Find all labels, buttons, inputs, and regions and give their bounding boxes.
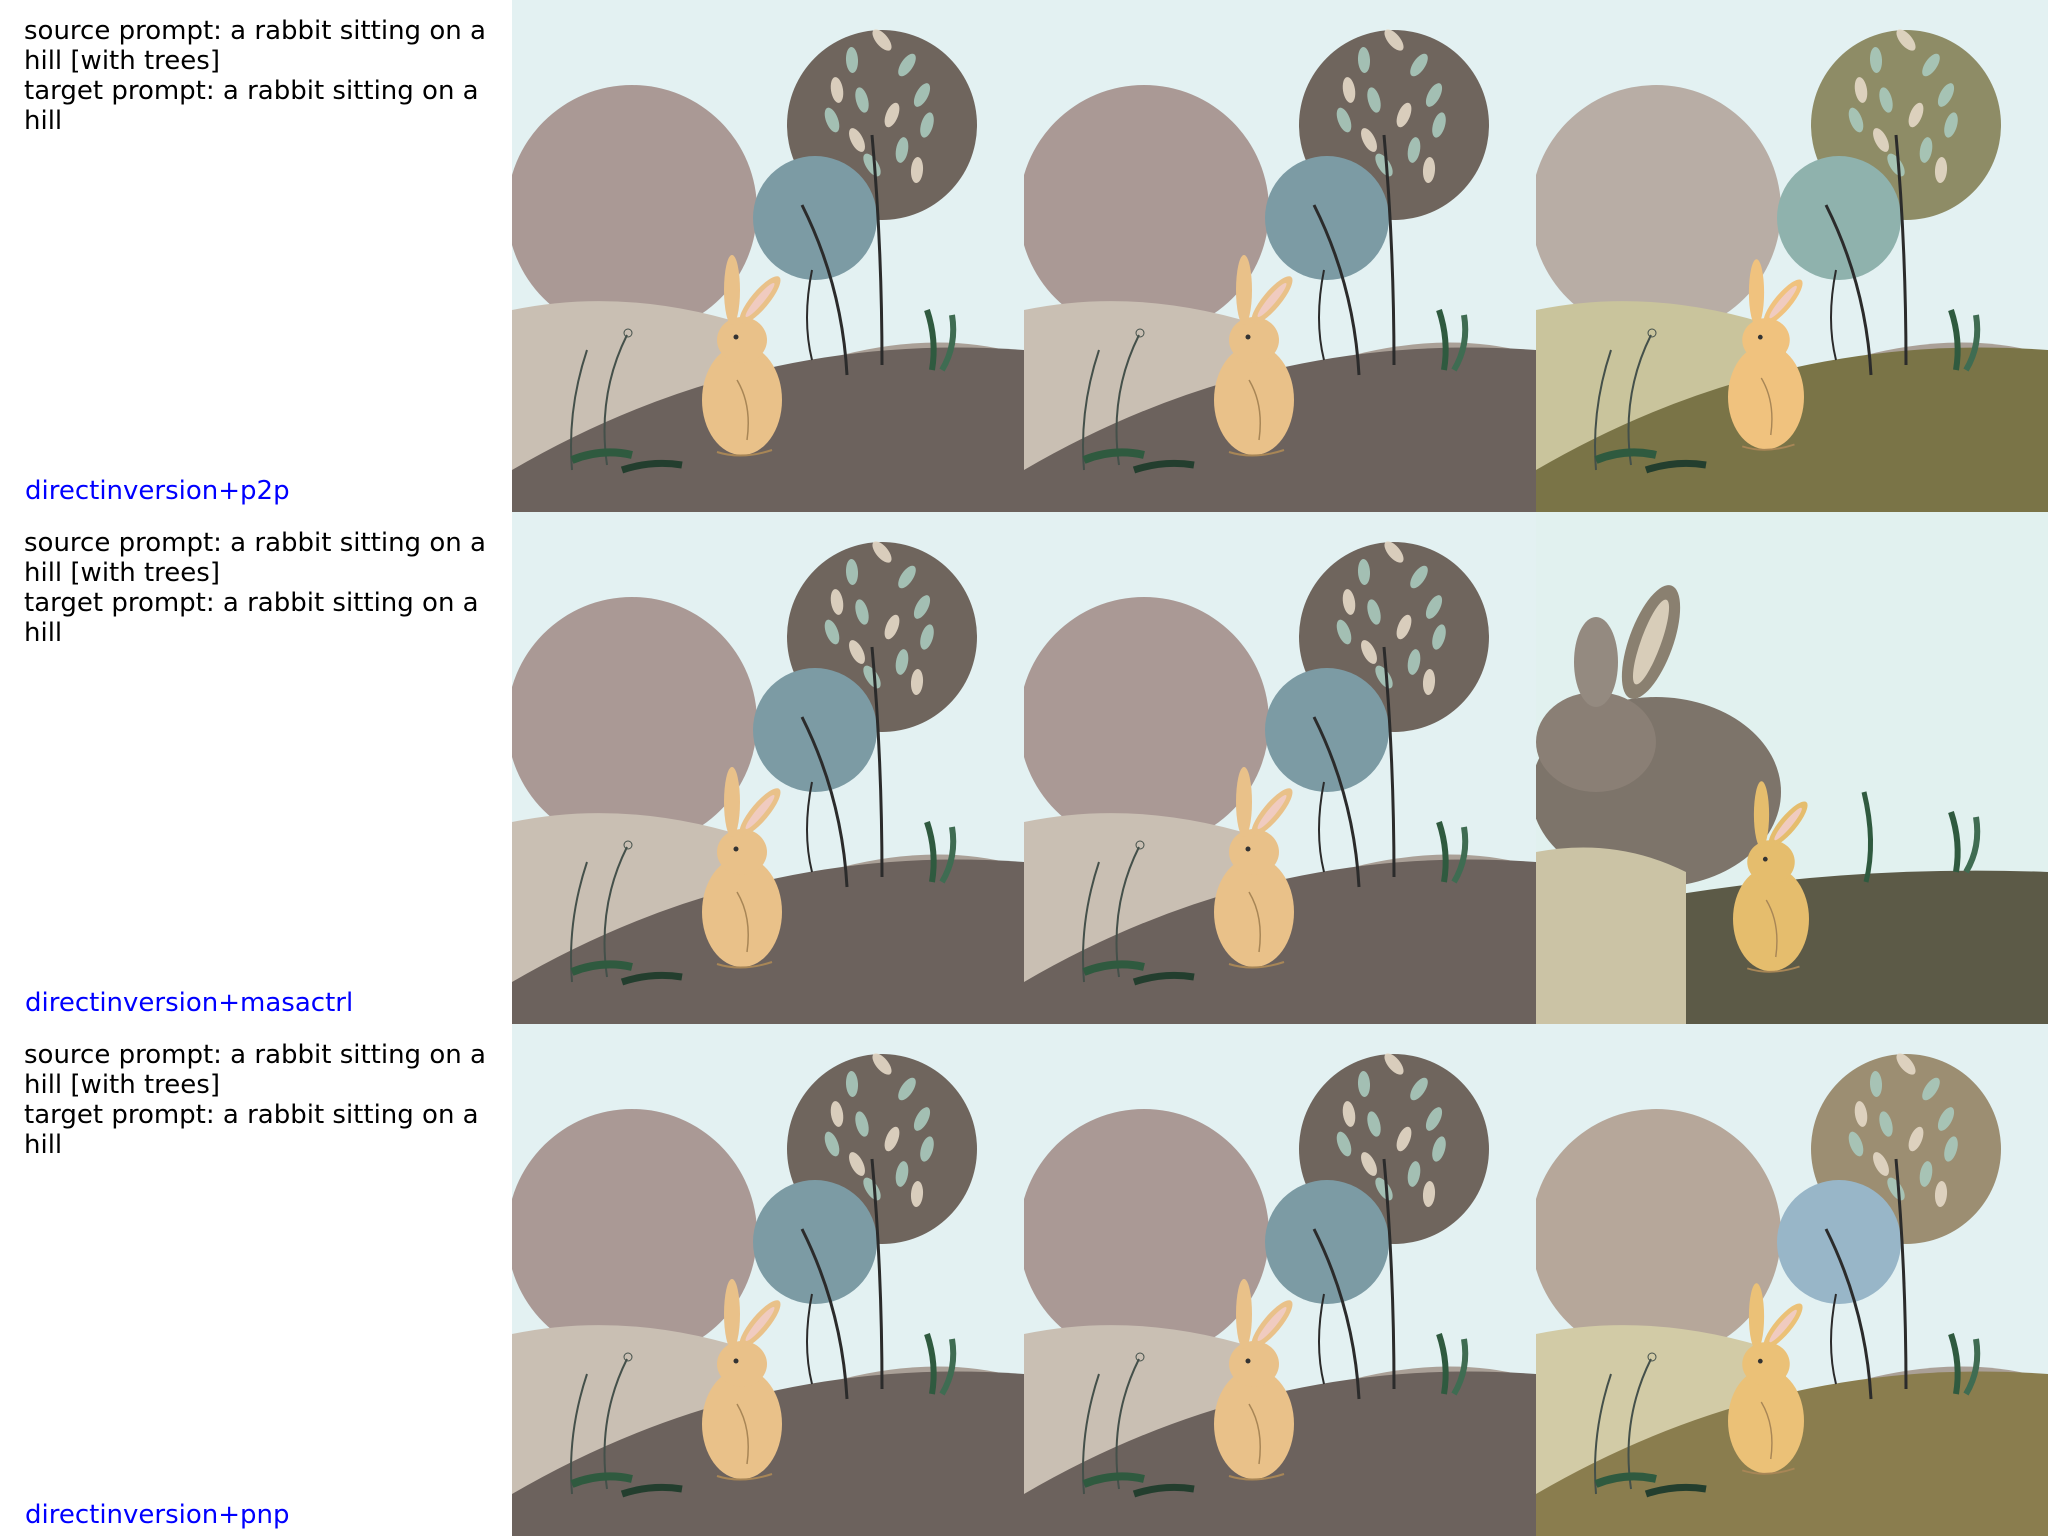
edited-image <box>1536 1024 2048 1536</box>
row-label-cell: source prompt: a rabbit sitting on a hil… <box>0 1024 512 1536</box>
edited-image <box>1536 0 2048 512</box>
reconstruction-image <box>1024 0 1536 512</box>
illustration-rabbit-hill <box>1536 1024 2048 1536</box>
source-image <box>512 512 1024 1024</box>
source-prompt: source prompt: a rabbit sitting on a hil… <box>24 528 495 588</box>
source-image <box>512 0 1024 512</box>
illustration-rabbit-hill <box>1536 0 2048 512</box>
prompt-text: source prompt: a rabbit sitting on a hil… <box>24 1040 510 1160</box>
illustration-rabbit-hill <box>1536 512 2048 1024</box>
source-prompt: source prompt: a rabbit sitting on a hil… <box>24 16 495 76</box>
reconstruction-image <box>1024 512 1536 1024</box>
illustration-rabbit-hill <box>512 1024 1024 1536</box>
prompt-text: source prompt: a rabbit sitting on a hil… <box>24 528 510 648</box>
illustration-rabbit-hill <box>1024 512 1536 1024</box>
result-row: source prompt: a rabbit sitting on a hil… <box>0 512 2048 1024</box>
row-label-cell: source prompt: a rabbit sitting on a hil… <box>0 512 512 1024</box>
illustration-rabbit-hill <box>1024 1024 1536 1536</box>
target-prompt: target prompt: a rabbit sitting on a hil… <box>24 76 487 136</box>
row-label-cell: source prompt: a rabbit sitting on a hil… <box>0 0 512 512</box>
reconstruction-image <box>1024 1024 1536 1536</box>
method-name: directinversion+pnp <box>25 1500 290 1530</box>
illustration-rabbit-hill <box>512 512 1024 1024</box>
source-prompt: source prompt: a rabbit sitting on a hil… <box>24 1040 495 1100</box>
method-name: directinversion+masactrl <box>25 988 354 1018</box>
target-prompt: target prompt: a rabbit sitting on a hil… <box>24 1100 487 1160</box>
illustration-rabbit-hill <box>1024 0 1536 512</box>
illustration-rabbit-hill <box>512 0 1024 512</box>
source-image <box>512 1024 1024 1536</box>
edited-image <box>1536 512 2048 1024</box>
result-row: source prompt: a rabbit sitting on a hil… <box>0 0 2048 512</box>
method-name: directinversion+p2p <box>25 476 290 506</box>
target-prompt: target prompt: a rabbit sitting on a hil… <box>24 588 487 648</box>
prompt-text: source prompt: a rabbit sitting on a hil… <box>24 16 510 136</box>
result-row: source prompt: a rabbit sitting on a hil… <box>0 1024 2048 1536</box>
